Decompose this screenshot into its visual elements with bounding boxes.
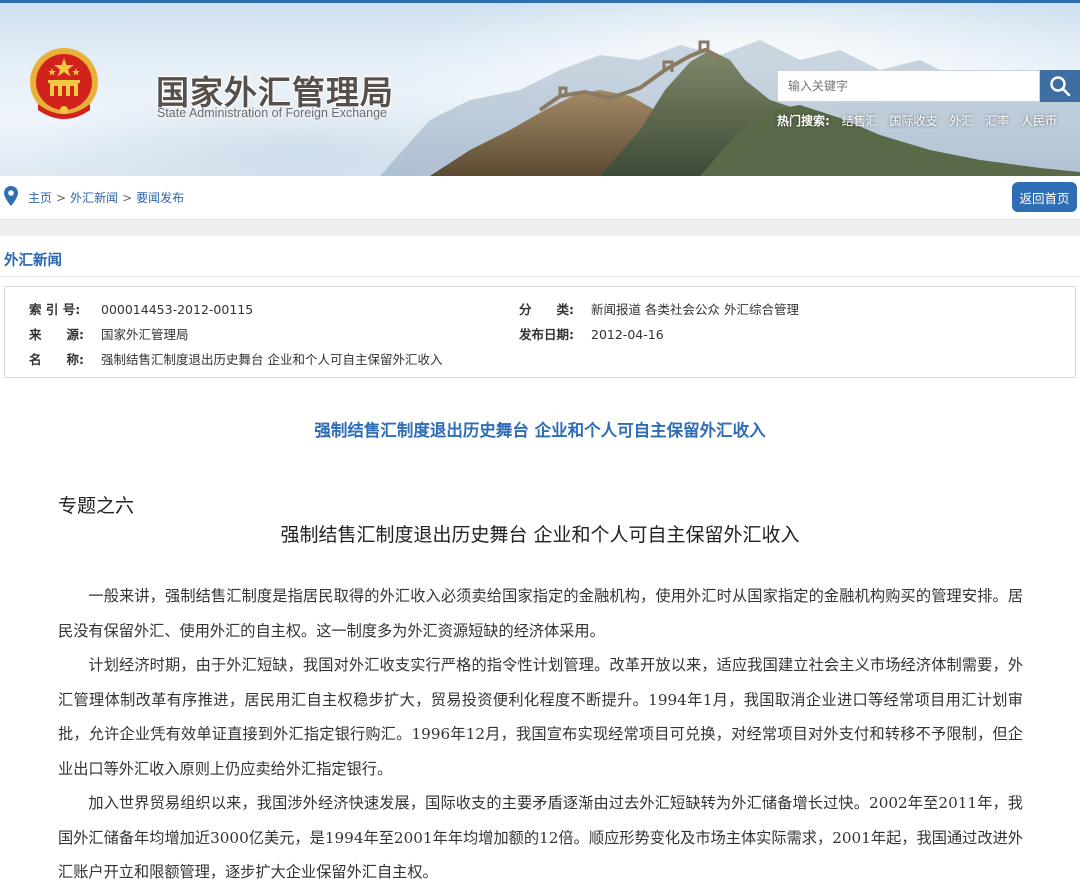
site-subtitle: State Administration of Foreign Exchange xyxy=(157,106,387,120)
meta-source-label: 来 源: xyxy=(29,327,84,342)
meta-date-value: 2012-04-16 xyxy=(591,327,664,342)
meta-source-row: 来 源: 国家外汇管理局 xyxy=(29,324,189,343)
hot-search-link[interactable]: 人民币 xyxy=(1021,114,1057,128)
article-paragraph: 一般来讲，强制结售汇制度是指居民取得的外汇收入必须卖给国家指定的金融机构，使用外… xyxy=(58,587,1023,640)
article-paragraph: 加入世界贸易组织以来，我国涉外经济快速发展，国际收支的主要矛盾逐渐由过去外汇短缺… xyxy=(58,794,1023,881)
meta-date-label: 发布日期: xyxy=(519,327,574,342)
article-topic: 专题之六 xyxy=(58,495,135,517)
header-banner: 国家外汇管理局 State Administration of Foreign … xyxy=(0,0,1080,176)
article-meta-box: 索 引 号: 000014453-2012-00115 分 类: 新闻报道 各类社会… xyxy=(4,286,1076,378)
hot-search-link[interactable]: 国际收支 xyxy=(889,114,937,128)
hot-search-link[interactable]: 外汇 xyxy=(949,114,973,128)
meta-index-label: 索 引 号: xyxy=(29,302,81,317)
section-divider xyxy=(0,276,1080,277)
location-pin-icon xyxy=(4,186,18,206)
meta-name-label: 名 称: xyxy=(29,352,84,367)
section-title: 外汇新闻 xyxy=(4,253,62,269)
hot-search-link[interactable]: 结售汇 xyxy=(842,114,878,128)
hot-search: 热门搜索: 结售汇 国际收支 外汇 汇率 人民币 xyxy=(777,112,1057,130)
article-subtitle: 强制结售汇制度退出历史舞台 企业和个人可自主保留外汇收入 xyxy=(280,524,800,546)
hot-search-link[interactable]: 汇率 xyxy=(985,114,1009,128)
back-to-home-button[interactable]: 返回首页 xyxy=(1012,182,1077,212)
meta-name-row: 名 称: 强制结售汇制度退出历史舞台 企业和个人可自主保留外汇收入 xyxy=(29,349,442,368)
breadcrumb: 主页 > 外汇新闻 > 要闻发布 xyxy=(28,189,184,206)
hot-search-label: 热门搜索: xyxy=(777,114,830,128)
meta-index-value: 000014453-2012-00115 xyxy=(101,302,254,317)
divider-band xyxy=(0,220,1080,236)
breadcrumb-home-link[interactable]: 主页 xyxy=(28,191,52,205)
search-button[interactable] xyxy=(1040,70,1080,102)
meta-source-value: 国家外汇管理局 xyxy=(101,327,189,342)
meta-date-row: 发布日期: 2012-04-16 xyxy=(519,324,664,343)
breadcrumb-separator: > xyxy=(56,191,67,205)
article-paragraph: 计划经济时期，由于外汇短缺，我国对外汇收支实行严格的指令性计划管理。改革开放以来… xyxy=(58,656,1023,778)
meta-category-label: 分 类: xyxy=(519,302,574,317)
national-emblem-icon xyxy=(30,48,98,119)
search-input[interactable] xyxy=(777,70,1040,102)
meta-category-value: 新闻报道 各类社会公众 外汇综合管理 xyxy=(591,302,799,317)
meta-index-row: 索 引 号: 000014453-2012-00115 xyxy=(29,299,253,318)
breadcrumb-current-link[interactable]: 要闻发布 xyxy=(136,191,184,205)
search-icon xyxy=(1050,76,1071,97)
meta-name-value: 强制结售汇制度退出历史舞台 企业和个人可自主保留外汇收入 xyxy=(101,352,443,367)
breadcrumb-separator: > xyxy=(122,191,133,205)
article-title: 强制结售汇制度退出历史舞台 企业和个人可自主保留外汇收入 xyxy=(314,421,766,440)
breadcrumb-news-link[interactable]: 外汇新闻 xyxy=(70,191,118,205)
meta-category-row: 分 类: 新闻报道 各类社会公众 外汇综合管理 xyxy=(519,299,799,318)
